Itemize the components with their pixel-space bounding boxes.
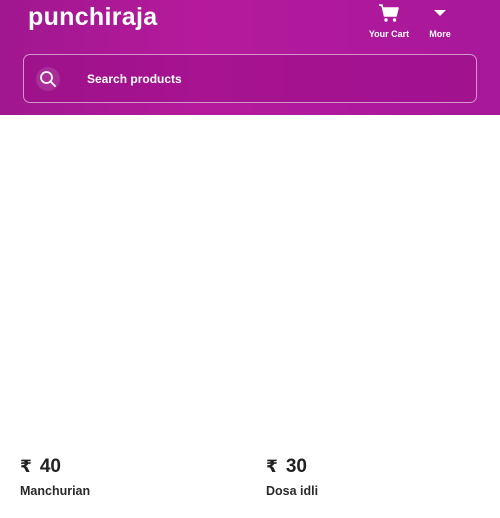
product-price: 40 [39, 456, 61, 477]
cart-button[interactable]: Your Cart [364, 2, 414, 42]
cart-icon [378, 2, 400, 24]
more-button[interactable]: More [415, 2, 465, 42]
price-row: ₹ 40 [20, 456, 240, 478]
search-input[interactable] [87, 69, 467, 89]
chevron-down-icon [429, 2, 451, 24]
product-card-manchurian[interactable]: ₹ 40 Manchurian [20, 456, 240, 498]
search-bar[interactable] [23, 54, 477, 103]
header-bar: punchiraja Your Cart More [0, 0, 500, 115]
product-name: Dosa idli [266, 484, 319, 498]
price-row: ₹ 30 [266, 456, 486, 478]
product-card-dosa-idli[interactable]: ₹ 30 Dosa idli [266, 456, 486, 498]
more-label: More [429, 29, 451, 39]
product-name: Manchurian [20, 484, 91, 498]
cart-label: Your Cart [368, 29, 410, 39]
product-price: 30 [285, 456, 307, 477]
search-icon[interactable] [36, 67, 60, 91]
currency-symbol: ₹ [266, 457, 278, 476]
brand-logo-text[interactable]: punchiraja [28, 3, 157, 32]
currency-symbol: ₹ [20, 457, 32, 476]
